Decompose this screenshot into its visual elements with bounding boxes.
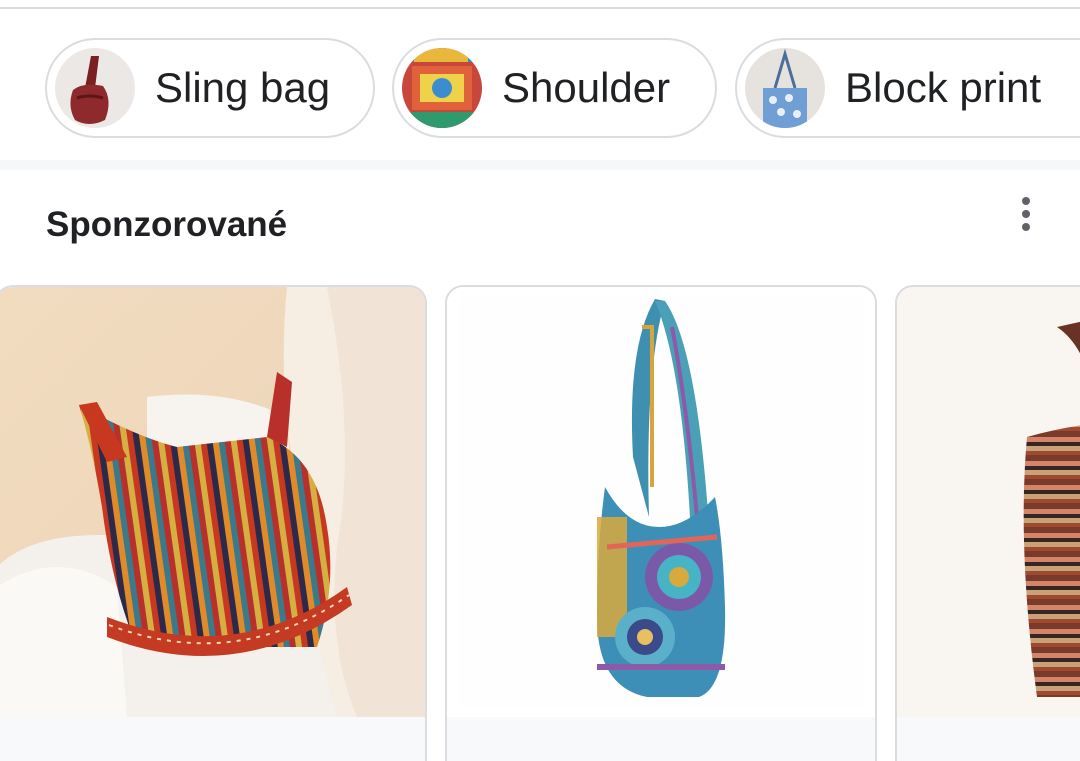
section-title: Sponzorované <box>46 205 288 244</box>
product-card-footer <box>447 717 875 761</box>
chip-label: Sling bag <box>155 64 331 111</box>
brown-striped-bag-photo <box>897 287 1080 717</box>
chip-block-print[interactable]: Block print <box>735 38 1080 138</box>
section-separator <box>0 160 1080 170</box>
shopping-page: Sling bag Shoulder Block print Sponzorov… <box>0 0 1080 761</box>
more-vert-icon[interactable] <box>1012 192 1040 236</box>
refinement-chips: Sling bag Shoulder Block print <box>0 0 1080 165</box>
chip-shoulder[interactable]: Shoulder <box>392 38 717 138</box>
product-card[interactable] <box>445 285 877 761</box>
blue-mandala-hobo-bag-photo <box>447 287 875 717</box>
product-card[interactable] <box>895 285 1080 761</box>
chip-label: Block print <box>845 64 1042 111</box>
striped-red-sling-bag-photo <box>0 287 425 717</box>
product-card[interactable] <box>0 285 427 761</box>
chip-label: Shoulder <box>502 64 671 111</box>
product-card-footer <box>897 717 1080 761</box>
product-card-footer <box>0 717 425 761</box>
shoulder-bag-thumbnail <box>402 48 482 128</box>
block-print-bag-thumbnail <box>745 48 825 128</box>
chip-sling-bag[interactable]: Sling bag <box>45 38 375 138</box>
sling-bag-thumbnail <box>55 48 135 128</box>
